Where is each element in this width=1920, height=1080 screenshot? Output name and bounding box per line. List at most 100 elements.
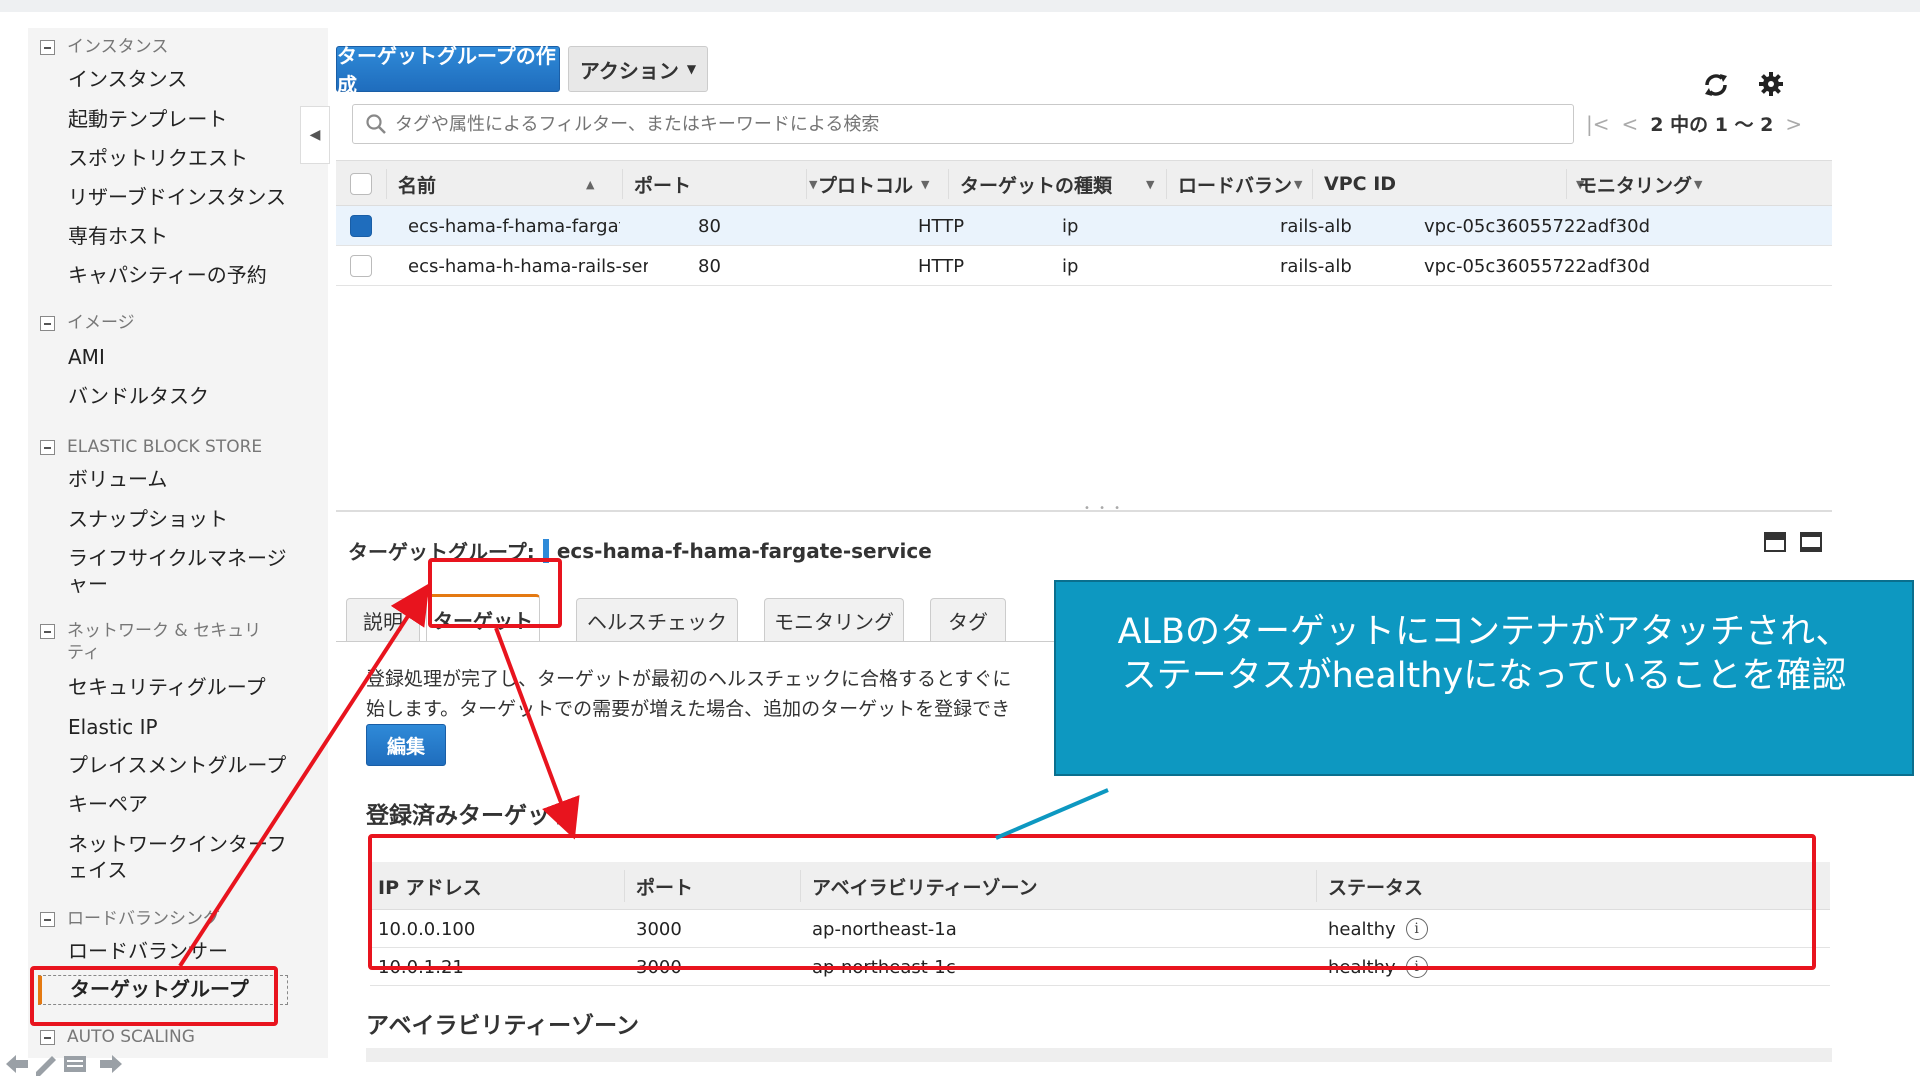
sidebar-item-elastic-ip[interactable]: Elastic IP xyxy=(68,714,308,740)
toolbar-icons xyxy=(1701,70,1785,104)
registered-targets-title: 登録済みターゲット xyxy=(366,803,573,829)
sidebar-item-bundle-tasks[interactable]: バンドルタスク xyxy=(68,383,308,409)
chevron-down-icon: ▼ xyxy=(1694,177,1703,191)
sidebar-item-capacity-reservations[interactable]: キャパシティーの予約 xyxy=(68,262,308,288)
chevron-left-icon: ◀ xyxy=(309,127,321,143)
description-line-2: 始します。ターゲットでの需要が増えた場合、追加のターゲットを登録でき xyxy=(366,698,1011,720)
status-text: healthy xyxy=(1328,918,1396,940)
sidebar-item-placement-groups[interactable]: プレイスメントグループ xyxy=(68,752,308,778)
sidebar-item-launch-templates[interactable]: 起動テンプレート xyxy=(68,106,308,132)
sidebar-section-images[interactable]: イメージ xyxy=(40,312,277,334)
description-line-1: 登録処理が完了し、ターゲットが最初のヘルスチェックに合格するとすぐに xyxy=(366,668,1012,690)
prev-page-icon[interactable]: < xyxy=(1622,112,1639,136)
next-page-icon[interactable]: > xyxy=(1785,112,1802,136)
collapse-icon xyxy=(40,440,55,455)
sidebar-item-key-pairs[interactable]: キーペア xyxy=(68,791,308,817)
sidebar-item-security-groups[interactable]: セキュリティグループ xyxy=(68,674,308,700)
cell-port: 80 xyxy=(698,255,721,277)
tab-description[interactable]: 説明 xyxy=(346,598,420,642)
detail-title: ターゲットグループ: ecs-hama-f-hama-fargate-servi… xyxy=(348,538,932,564)
cell-vpc-id: vpc-05c36055722adf30d xyxy=(1424,255,1651,277)
prev-arrow-icon xyxy=(6,1055,28,1073)
sidebar-collapse-button[interactable]: ◀ xyxy=(300,106,330,164)
sidebar-section-auto-scaling[interactable]: AUTO SCALING xyxy=(40,1026,277,1048)
chevron-down-icon: ▼ xyxy=(1294,177,1303,191)
pager-text: 2 中の 1 ～ 2 xyxy=(1650,114,1774,136)
cell-type: ip xyxy=(1062,215,1079,237)
search-input[interactable] xyxy=(395,113,1495,135)
pen-icon xyxy=(36,1056,56,1076)
sidebar-item-network-interfaces[interactable]: ネットワークインターフェイス xyxy=(68,831,288,883)
sidebar-item-snapshots[interactable]: スナップショット xyxy=(68,506,308,532)
row-checkbox[interactable] xyxy=(350,246,372,286)
detail-view-icons xyxy=(1764,532,1822,552)
chevron-down-icon: ▼ xyxy=(921,177,930,191)
menu-icon xyxy=(64,1056,86,1072)
chevron-down-icon: ▼ xyxy=(686,62,697,76)
sidebar-item-ami[interactable]: AMI xyxy=(68,344,308,370)
tab-health-check[interactable]: ヘルスチェック xyxy=(576,598,738,642)
restore-pane-icon[interactable] xyxy=(1800,532,1822,552)
resize-grip-icon[interactable]: • • • xyxy=(1084,503,1123,514)
cell-vpc-id: vpc-05c36055722adf30d xyxy=(1424,215,1651,237)
cell-name[interactable]: ecs-hama-h-hama-rails-service xyxy=(408,246,648,286)
table-row[interactable]: ecs-hama-h-hama-rails-service 80 HTTP ip… xyxy=(336,246,1832,286)
col-protocol[interactable]: プロトコル ▼ xyxy=(818,161,929,207)
table-row[interactable]: ecs-hama-f-hama-fargate-se… 80 HTTP ip r… xyxy=(336,206,1832,246)
sidebar-item-lifecycle-manager[interactable]: ライフサイクルマネージャー xyxy=(68,545,288,597)
col-load-balancer[interactable]: ロードバラン ▼ xyxy=(1178,161,1302,207)
slide-nav-tools xyxy=(4,1052,124,1076)
maximize-pane-icon[interactable] xyxy=(1764,532,1786,552)
next-arrow-icon xyxy=(100,1055,122,1073)
first-page-icon[interactable]: |< xyxy=(1586,112,1610,136)
sidebar-section-ebs[interactable]: ELASTIC BLOCK STORE xyxy=(40,436,277,458)
targets-table-header: IP アドレス ポート アベイラビリティーゾーン ステータス xyxy=(370,862,1830,910)
screenshot-frame: インスタンス インスタンス 起動テンプレート スポットリクエスト リザーブドイン… xyxy=(0,0,1920,1080)
sidebar: インスタンス インスタンス 起動テンプレート スポットリクエスト リザーブドイン… xyxy=(28,28,328,1058)
search-filter-input-wrap[interactable] xyxy=(352,104,1574,144)
sidebar-section-load-balancing[interactable]: ロードバランシング xyxy=(40,908,277,930)
cell-protocol: HTTP xyxy=(918,255,965,277)
refresh-icon[interactable] xyxy=(1701,70,1731,104)
col-status[interactable]: ステータス xyxy=(1328,862,1423,910)
sidebar-section-network-security[interactable]: ネットワーク & セキュリティ xyxy=(40,620,267,664)
info-icon[interactable]: i xyxy=(1405,956,1428,978)
actions-button[interactable]: アクション ▼ xyxy=(568,46,708,92)
col-ip-address[interactable]: IP アドレス xyxy=(378,862,482,910)
sidebar-item-spot-requests[interactable]: スポットリクエスト xyxy=(68,145,308,171)
sidebar-item-instances[interactable]: インスタンス xyxy=(68,66,308,92)
edit-button[interactable]: 編集 xyxy=(366,724,446,766)
tab-tags[interactable]: タグ xyxy=(930,598,1006,642)
col-name[interactable]: 名前 ▲ xyxy=(398,161,618,207)
search-icon xyxy=(365,113,387,135)
col-vpc-id[interactable]: VPC ID ▼ xyxy=(1324,161,1585,207)
table-row: 10.0.0.100 3000 ap-northeast-1a healthy … xyxy=(370,910,1830,948)
info-icon[interactable]: i xyxy=(1405,918,1428,940)
main-panel: ターゲットグループの作成 アクション ▼ |< < 2 中の 1 ～ 2 > xyxy=(336,14,1832,1062)
create-target-group-button[interactable]: ターゲットグループの作成 xyxy=(336,44,560,97)
tab-targets[interactable]: ターゲット xyxy=(426,594,540,642)
tab-monitoring[interactable]: モニタリング xyxy=(764,598,904,642)
sidebar-item-volumes[interactable]: ボリューム xyxy=(68,466,308,492)
sidebar-item-dedicated-hosts[interactable]: 専有ホスト xyxy=(68,223,308,249)
cell-name[interactable]: ecs-hama-f-hama-fargate-se… xyxy=(408,206,620,246)
col-target-type[interactable]: ターゲットの種類 ▼ xyxy=(960,161,1154,207)
sidebar-item-reserved-instances[interactable]: リザーブドインスタンス xyxy=(68,184,308,210)
cell-load-balancer[interactable]: rails-alb xyxy=(1280,246,1352,286)
gear-icon[interactable] xyxy=(1757,70,1785,104)
collapse-icon xyxy=(40,624,55,639)
col-availability-zone[interactable]: アベイラビリティーゾーン xyxy=(812,862,1038,910)
sidebar-item-load-balancers[interactable]: ロードバランサー xyxy=(68,938,308,964)
status-text: healthy xyxy=(1328,956,1396,978)
select-all-checkbox[interactable] xyxy=(350,161,372,207)
sidebar-section-instances[interactable]: インスタンス xyxy=(40,36,277,58)
collapse-icon xyxy=(40,316,55,331)
row-checkbox[interactable] xyxy=(350,206,372,246)
cell-port: 80 xyxy=(698,215,721,237)
sidebar-item-target-groups[interactable]: ターゲットグループ xyxy=(38,975,288,1005)
cell-protocol: HTTP xyxy=(918,215,965,237)
cell-load-balancer[interactable]: rails-alb xyxy=(1280,206,1352,246)
col-monitoring[interactable]: モニタリング ▼ xyxy=(1578,161,1702,207)
col-target-port[interactable]: ポート xyxy=(636,862,693,910)
col-port[interactable]: ポート ▼ xyxy=(634,161,817,207)
